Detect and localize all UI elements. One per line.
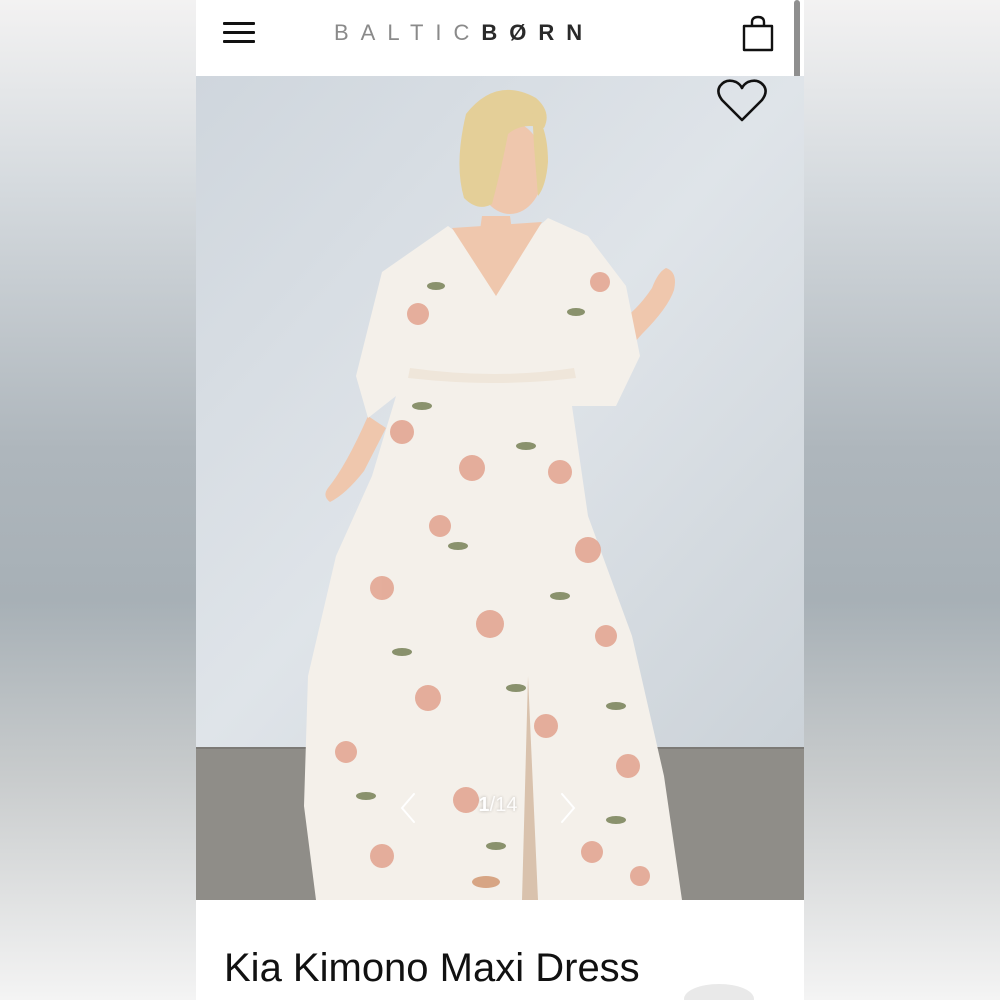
background-blur-right — [804, 0, 1000, 1000]
product-image[interactable]: 1/14 — [196, 76, 804, 900]
shopping-bag-icon[interactable] — [740, 14, 776, 54]
chevron-left-icon[interactable] — [396, 790, 420, 826]
logo-text-dark: BØRN — [481, 20, 595, 45]
heart-icon[interactable] — [714, 76, 770, 126]
product-title: Kia Kimono Maxi Dress — [224, 946, 640, 990]
site-header: BALTICBØRN — [196, 0, 804, 76]
mobile-page: BALTICBØRN 1/14 Kia Kimono Maxi Dress — [196, 0, 804, 1000]
brand-logo[interactable]: BALTICBØRN — [334, 20, 670, 48]
background-blur-left — [0, 0, 196, 1000]
image-counter-total: 14 — [495, 794, 518, 816]
image-counter: 1/14 — [436, 794, 560, 817]
floating-button-edge[interactable] — [684, 984, 754, 1000]
logo-text-light: BALTIC — [334, 20, 482, 45]
image-counter-current: 1 — [478, 794, 490, 816]
hamburger-menu-icon[interactable] — [223, 20, 255, 46]
chevron-right-icon[interactable] — [556, 790, 580, 826]
